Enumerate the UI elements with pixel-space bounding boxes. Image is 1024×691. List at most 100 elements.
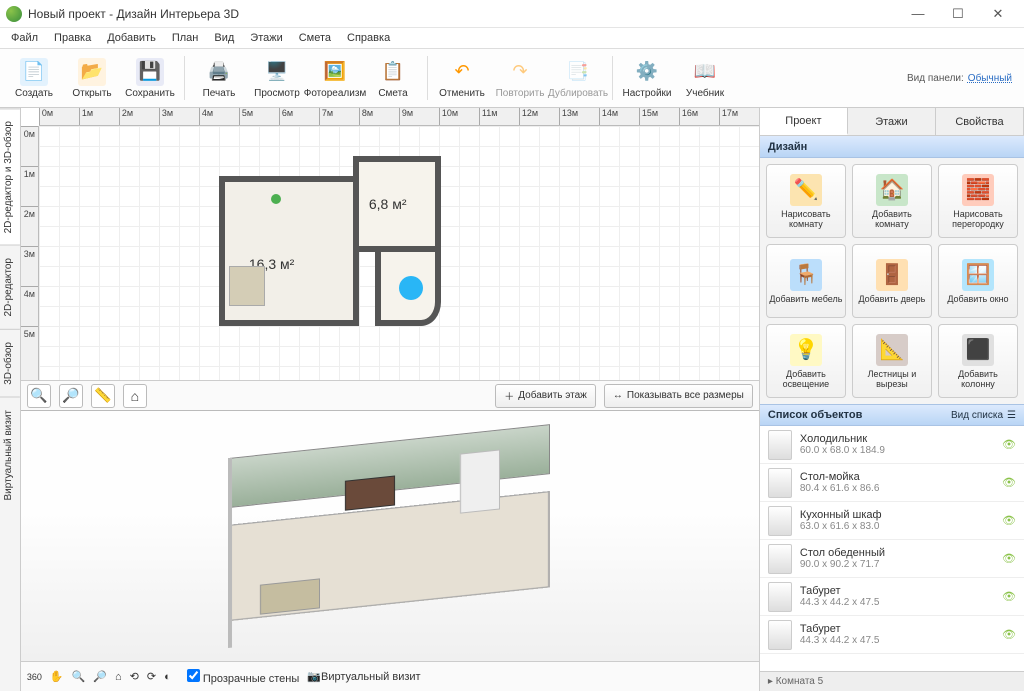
open-button[interactable]: 📂Открыть: [64, 50, 120, 106]
vtab-2d[interactable]: 2D-редактор: [0, 245, 20, 329]
estimate-button[interactable]: 📋Смета: [365, 50, 421, 106]
design-btn-8[interactable]: ⬛Добавить колонну: [938, 324, 1018, 398]
rotate360-button[interactable]: 360: [27, 672, 42, 682]
home-2d-button[interactable]: ⌂: [123, 384, 147, 408]
undo-icon: ↶: [448, 58, 476, 86]
list-view-toggle[interactable]: Вид списка ☰: [951, 410, 1016, 421]
vtab-2d-3d[interactable]: 2D-редактор и 3D-обзор: [0, 108, 20, 245]
floorplan[interactable]: 16,3 м² 6,8 м²: [219, 156, 469, 336]
object-item[interactable]: Стол-мойка80.4 x 61.6 x 86.6👁: [760, 464, 1024, 502]
object-item[interactable]: Стол обеденный90.0 x 90.2 x 71.7👁: [760, 540, 1024, 578]
menu-estimate[interactable]: Смета: [292, 30, 338, 46]
gear-icon: ⚙️: [633, 58, 661, 86]
design-btn-3[interactable]: 🪑Добавить мебель: [766, 244, 846, 318]
list-icon: ☰: [1007, 410, 1016, 421]
menu-edit[interactable]: Правка: [47, 30, 98, 46]
object-thumb-icon: [768, 620, 792, 650]
eye-icon[interactable]: 👁: [1002, 514, 1016, 527]
tab-properties[interactable]: Свойства: [936, 108, 1024, 135]
cam2-button[interactable]: ⟳: [147, 670, 156, 683]
plant-icon[interactable]: [271, 194, 281, 204]
menu-help[interactable]: Справка: [340, 30, 397, 46]
create-button[interactable]: 📄Создать: [6, 50, 62, 106]
object-thumb-icon: [768, 582, 792, 612]
menu-file[interactable]: Файл: [4, 30, 45, 46]
design-btn-4[interactable]: 🚪Добавить дверь: [852, 244, 932, 318]
save-button[interactable]: 💾Сохранить: [122, 50, 178, 106]
object-item[interactable]: Табурет44.3 x 44.2 x 47.5👁: [760, 578, 1024, 616]
redo-button[interactable]: ↷Повторить: [492, 50, 548, 106]
menu-view[interactable]: Вид: [207, 30, 241, 46]
undo-button[interactable]: ↶Отменить: [434, 50, 490, 106]
3d-viewport[interactable]: [21, 411, 759, 661]
preview-button[interactable]: 🖥️Просмотр: [249, 50, 305, 106]
eye-icon[interactable]: 👁: [1002, 476, 1016, 489]
transparent-walls-checkbox[interactable]: Прозрачные стены: [187, 669, 300, 685]
cam1-button[interactable]: ⟲: [130, 670, 139, 683]
ruler-tool-button[interactable]: 📏: [91, 384, 115, 408]
eye-icon[interactable]: 👁: [1002, 552, 1016, 565]
3d-model[interactable]: [200, 411, 580, 661]
tv-3d-icon[interactable]: [345, 476, 395, 511]
eye-icon[interactable]: 👁: [1002, 590, 1016, 603]
cam3-button[interactable]: ◐: [164, 671, 171, 683]
show-sizes-button[interactable]: ↔Показывать все размеры: [604, 384, 753, 408]
vtab-3d[interactable]: 3D-обзор: [0, 329, 20, 397]
duplicate-button[interactable]: 📑Дублировать: [550, 50, 606, 106]
object-list[interactable]: Холодильник60.0 x 68.0 x 184.9👁Стол-мойк…: [760, 426, 1024, 671]
3d-toolbar: 360 ✋ 🔍 🔎 ⌂ ⟲ ⟳ ◐ Прозрачные стены 📷Вирт…: [21, 661, 759, 691]
print-button[interactable]: 🖨️Печать: [191, 50, 247, 106]
menu-add[interactable]: Добавить: [100, 30, 163, 46]
fridge-3d-icon[interactable]: [460, 450, 500, 514]
photoreal-button[interactable]: 🖼️Фотореализм: [307, 50, 363, 106]
minimize-button[interactable]: —: [898, 0, 938, 28]
close-button[interactable]: ✕: [978, 0, 1018, 28]
home-3d-button[interactable]: ⌂: [115, 671, 122, 683]
settings-button[interactable]: ⚙️Настройки: [619, 50, 675, 106]
plus-icon: ＋: [504, 388, 514, 403]
design-icon: ⬛: [962, 334, 994, 366]
eye-icon[interactable]: 👁: [1002, 438, 1016, 451]
zoomin-2d-button[interactable]: 🔎: [59, 384, 83, 408]
chevron-right-icon[interactable]: ▸: [768, 676, 773, 687]
menu-floors[interactable]: Этажи: [243, 30, 289, 46]
virtual-visit-button[interactable]: 📷Виртуальный визит: [307, 670, 420, 683]
plan-toolbar: 🔍 🔎 📏 ⌂ ＋Добавить этаж ↔Показывать все р…: [21, 380, 759, 410]
right-tabs: Проект Этажи Свойства: [760, 108, 1024, 136]
add-floor-button[interactable]: ＋Добавить этаж: [495, 384, 596, 408]
maximize-button[interactable]: ☐: [938, 0, 978, 28]
design-btn-2[interactable]: 🧱Нарисовать перегородку: [938, 164, 1018, 238]
design-btn-5[interactable]: 🪟Добавить окно: [938, 244, 1018, 318]
object-thumb-icon: [768, 506, 792, 536]
design-btn-1[interactable]: 🏠Добавить комнату: [852, 164, 932, 238]
window-title: Новый проект - Дизайн Интерьера 3D: [28, 7, 898, 21]
tab-project[interactable]: Проект: [760, 108, 848, 135]
design-btn-6[interactable]: 💡Добавить освещение: [766, 324, 846, 398]
clipboard-icon: 📋: [379, 58, 407, 86]
object-item[interactable]: Холодильник60.0 x 68.0 x 184.9👁: [760, 426, 1024, 464]
eye-icon[interactable]: 👁: [1002, 628, 1016, 641]
tab-floors[interactable]: Этажи: [848, 108, 936, 135]
toilet-icon[interactable]: [399, 276, 423, 300]
menubar: Файл Правка Добавить План Вид Этажи Смет…: [0, 28, 1024, 48]
zoomout-3d-button[interactable]: 🔍: [72, 670, 86, 683]
vtab-virtual[interactable]: Виртуальный визит: [0, 397, 20, 513]
ruler-vertical: 0м1м2м3м4м5м: [21, 126, 39, 380]
panel-mode-link[interactable]: Обычный: [968, 73, 1012, 84]
design-icon: 🪑: [790, 259, 822, 291]
design-grid: ✏️Нарисовать комнату🏠Добавить комнату🧱На…: [760, 158, 1024, 404]
zoomin-3d-button[interactable]: 🔎: [93, 670, 107, 683]
floorplan-canvas[interactable]: 16,3 м² 6,8 м²: [39, 126, 759, 380]
objects-header: Список объектов Вид списка ☰: [760, 404, 1024, 426]
menu-plan[interactable]: План: [165, 30, 206, 46]
tutorial-button[interactable]: 📖Учебник: [677, 50, 733, 106]
zoomout-2d-button[interactable]: 🔍: [27, 384, 51, 408]
object-item[interactable]: Кухонный шкаф63.0 x 61.6 x 83.0👁: [760, 502, 1024, 540]
dimensions-icon: ↔: [613, 390, 623, 401]
object-item[interactable]: Табурет44.3 x 44.2 x 47.5👁: [760, 616, 1024, 654]
design-btn-0[interactable]: ✏️Нарисовать комнату: [766, 164, 846, 238]
pan-button[interactable]: ✋: [50, 670, 64, 683]
object-thumb-icon: [768, 468, 792, 498]
design-btn-7[interactable]: 📐Лестницы и вырезы: [852, 324, 932, 398]
sofa-icon[interactable]: [229, 266, 265, 306]
